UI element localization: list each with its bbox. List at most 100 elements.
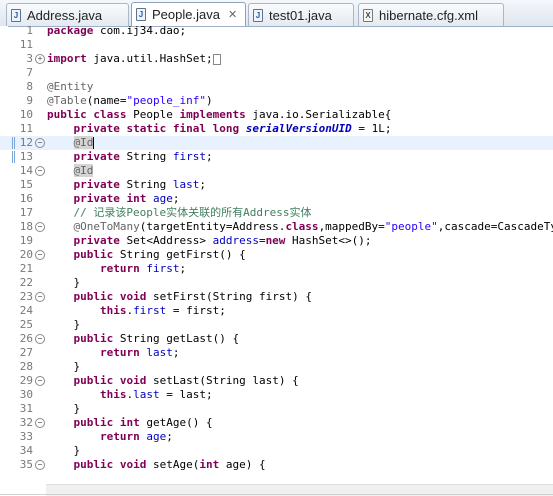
line-code: } (47, 276, 81, 289)
line-number: 12 (19, 136, 33, 149)
tab-people-java[interactable]: J People.java ✕ (131, 2, 246, 26)
line-code: public void setAge(int age) { (73, 458, 266, 471)
line-code: // 记录该People实体关联的所有Address实体 (73, 206, 312, 219)
line-code: @Id (73, 136, 95, 149)
line-number: 33 (19, 430, 33, 443)
line-number: 15 (19, 178, 33, 191)
line-code: } (47, 360, 81, 373)
tab-label: Address.java (27, 7, 103, 23)
code-line: 1 package com.ij34.dao; (0, 26, 553, 38)
fold-collapse-icon[interactable]: − (35, 376, 45, 386)
line-code: this.last = last; (99, 388, 213, 401)
line-number: 1 (26, 26, 33, 37)
fold-collapse-icon[interactable]: − (35, 222, 45, 232)
line-number: 16 (19, 192, 33, 205)
line-number: 20 (19, 248, 33, 261)
code-line: 24 this.first = first; (0, 304, 553, 318)
code-line: 16 private int age; (0, 192, 553, 206)
code-line: 25 } (0, 318, 553, 332)
code-line: 29 − public void setLast(String last) { (0, 374, 553, 388)
line-code: public class People implements java.io.S… (47, 108, 392, 121)
line-code: public String getFirst() { (73, 248, 246, 261)
line-number: 13 (19, 150, 33, 163)
line-number: 9 (26, 94, 33, 107)
fold-collapse-icon[interactable]: − (35, 418, 45, 428)
code-line: 7 (0, 66, 553, 80)
tab-test01-java[interactable]: J test01.java (248, 3, 354, 26)
java-file-icon: J (253, 8, 263, 22)
code-line: 27 return last; (0, 346, 553, 360)
line-number: 29 (19, 374, 33, 387)
code-line: 3 + import java.util.HashSet; (0, 52, 553, 66)
line-code: @Table(name="people_inf") (47, 94, 213, 107)
tab-label: People.java (152, 7, 220, 22)
java-file-icon: J (136, 8, 146, 21)
code-line: 11 private static final long serialVersi… (0, 122, 553, 136)
code-line: 33 return age; (0, 430, 553, 444)
line-code: private String last; (73, 178, 206, 191)
code-line: 26 − public String getLast() { (0, 332, 553, 346)
line-number: 21 (19, 262, 33, 275)
close-tab-icon[interactable]: ✕ (228, 8, 237, 21)
code-line: 28 } (0, 360, 553, 374)
line-code: @Entity (47, 80, 94, 93)
line-code: @OneToMany(targetEntity=Address.class,ma… (73, 220, 553, 233)
line-number: 11 (19, 38, 33, 51)
line-number: 25 (19, 318, 33, 331)
code-line: 31 } (0, 402, 553, 416)
code-line: 19 private Set<Address> address=new Hash… (0, 234, 553, 248)
line-code: return last; (99, 346, 180, 359)
line-code: private static final long serialVersionU… (73, 122, 392, 135)
line-code: this.first = first; (99, 304, 226, 317)
line-number: 22 (19, 276, 33, 289)
line-code: } (47, 444, 81, 457)
line-number: 3 (26, 52, 33, 65)
java-file-icon: J (11, 8, 21, 22)
fold-collapse-icon[interactable]: − (35, 166, 45, 176)
line-number: 23 (19, 290, 33, 303)
fold-collapse-icon[interactable]: − (35, 334, 45, 344)
code-line: 14 − @Id (0, 164, 553, 178)
tab-label: test01.java (269, 7, 332, 23)
line-code: public String getLast() { (73, 332, 240, 345)
code-line: 23 − public void setFirst(String first) … (0, 290, 553, 304)
xml-file-icon: X (363, 8, 373, 22)
line-code: package com.ij34.dao; (47, 26, 187, 37)
editor-tab-bar: J Address.java J People.java ✕ J test01.… (0, 0, 553, 27)
code-line: 8 @Entity (0, 80, 553, 94)
code-line: 17 // 记录该People实体关联的所有Address实体 (0, 206, 553, 220)
line-code: } (47, 402, 81, 415)
code-line: 35 − public void setAge(int age) { (0, 458, 553, 472)
line-number: 31 (19, 402, 33, 415)
line-number: 35 (19, 458, 33, 471)
code-line-current: 12 − @Id (0, 136, 553, 150)
line-number: 10 (19, 108, 33, 121)
line-number: 7 (26, 66, 33, 79)
line-number: 18 (19, 220, 33, 233)
code-line: 30 this.last = last; (0, 388, 553, 402)
line-code: private Set<Address> address=new HashSet… (73, 234, 372, 247)
fold-expand-icon[interactable]: + (35, 54, 45, 64)
line-number: 11 (19, 122, 33, 135)
fold-collapse-icon[interactable]: − (35, 250, 45, 260)
line-code: return first; (99, 262, 187, 275)
code-line: 32 − public int getAge() { (0, 416, 553, 430)
line-number: 24 (19, 304, 33, 317)
line-code: import java.util.HashSet; (47, 52, 221, 66)
fold-collapse-icon[interactable]: − (35, 138, 45, 148)
line-code: private int age; (73, 192, 180, 205)
code-editor[interactable]: 1 package com.ij34.dao; 11 3 + import ja… (0, 26, 553, 495)
line-code: } (47, 318, 81, 331)
fold-collapse-icon[interactable]: − (35, 460, 45, 470)
code-line: 20 − public String getFirst() { (0, 248, 553, 262)
line-number: 26 (19, 332, 33, 345)
line-number: 14 (19, 164, 33, 177)
line-number: 19 (19, 234, 33, 247)
line-code: public void setLast(String last) { (73, 374, 299, 387)
fold-collapse-icon[interactable]: − (35, 292, 45, 302)
tab-hibernate-cfg-xml[interactable]: X hibernate.cfg.xml (358, 3, 504, 26)
tab-address-java[interactable]: J Address.java (6, 3, 129, 26)
line-number: 27 (19, 346, 33, 359)
code-line: 13 private String first; (0, 150, 553, 164)
code-line: 10 public class People implements java.i… (0, 108, 553, 122)
